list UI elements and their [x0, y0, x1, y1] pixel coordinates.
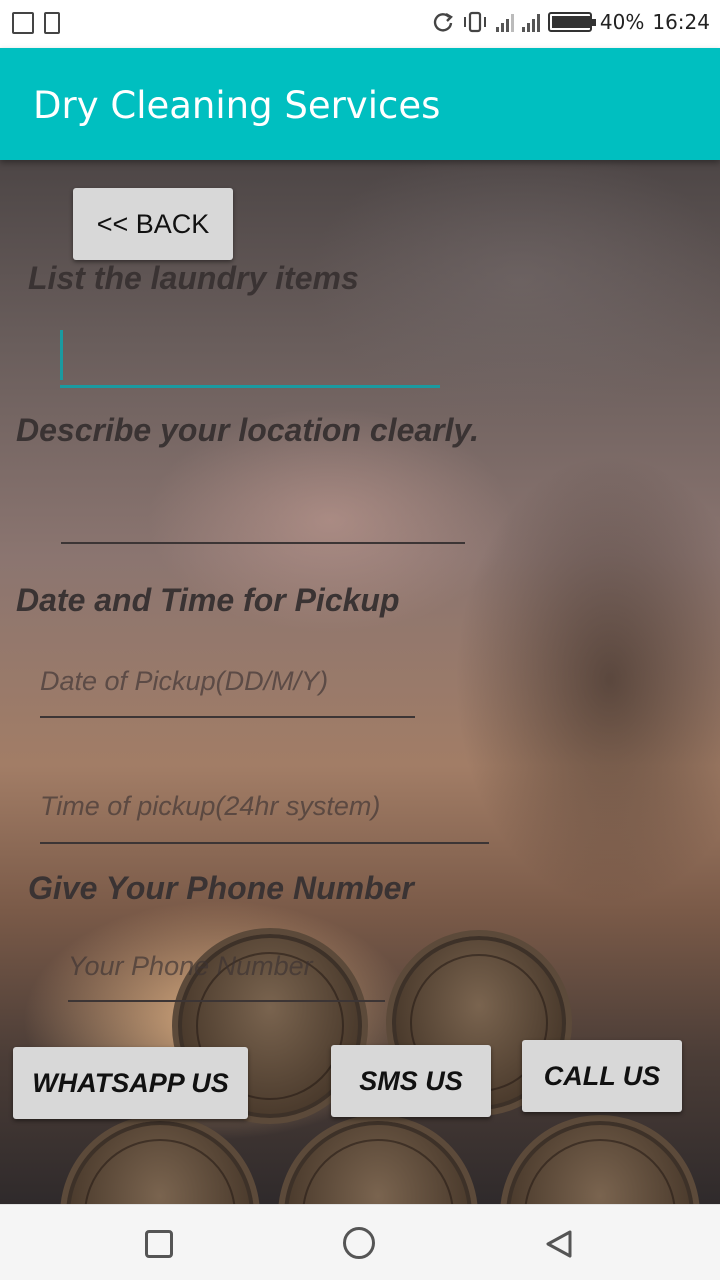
home-icon[interactable]	[343, 1227, 375, 1259]
laundry-items-input[interactable]	[60, 328, 440, 388]
text-cursor	[60, 330, 63, 380]
barrel-image	[278, 1115, 478, 1204]
status-left-icons	[12, 12, 60, 34]
system-nav-bar	[0, 1204, 720, 1280]
status-bar: 40% 16:24	[0, 0, 720, 48]
location-input[interactable]	[61, 480, 465, 544]
rotate-icon	[433, 12, 453, 32]
battery-percent: 40%	[599, 10, 645, 34]
app-title: Dry Cleaning Services	[33, 84, 441, 127]
recents-icon[interactable]	[145, 1230, 173, 1258]
vibrate-icon	[463, 11, 486, 33]
laundry-label: List the laundry items	[28, 260, 359, 296]
status-right-icons: 40% 16:24	[432, 10, 710, 34]
screenshot-icon	[12, 12, 34, 34]
sim-icon	[44, 12, 60, 34]
clock: 16:24	[652, 10, 710, 34]
call-button[interactable]: CALL US	[522, 1040, 682, 1112]
back-button[interactable]: << BACK	[73, 188, 233, 260]
phone-input[interactable]	[68, 942, 385, 1002]
sms-button[interactable]: SMS US	[331, 1045, 491, 1117]
phone-label: Give Your Phone Number	[28, 870, 414, 906]
app-bar: Dry Cleaning Services	[0, 48, 720, 160]
barrel-image	[60, 1115, 260, 1204]
form-content: << BACK List the laundry items Describe …	[0, 160, 720, 1204]
pickup-time-input[interactable]	[40, 780, 489, 844]
pickup-date-input[interactable]	[40, 656, 415, 718]
signal-2-icon	[521, 12, 540, 32]
pickup-label: Date and Time for Pickup	[16, 582, 400, 618]
signal-1-icon	[495, 12, 514, 32]
barrel-image	[500, 1115, 700, 1204]
back-triangle-icon[interactable]	[544, 1229, 574, 1259]
battery-icon	[547, 12, 596, 32]
location-label: Describe your location clearly.	[16, 412, 479, 448]
whatsapp-button[interactable]: WHATSAPP US	[13, 1047, 248, 1119]
